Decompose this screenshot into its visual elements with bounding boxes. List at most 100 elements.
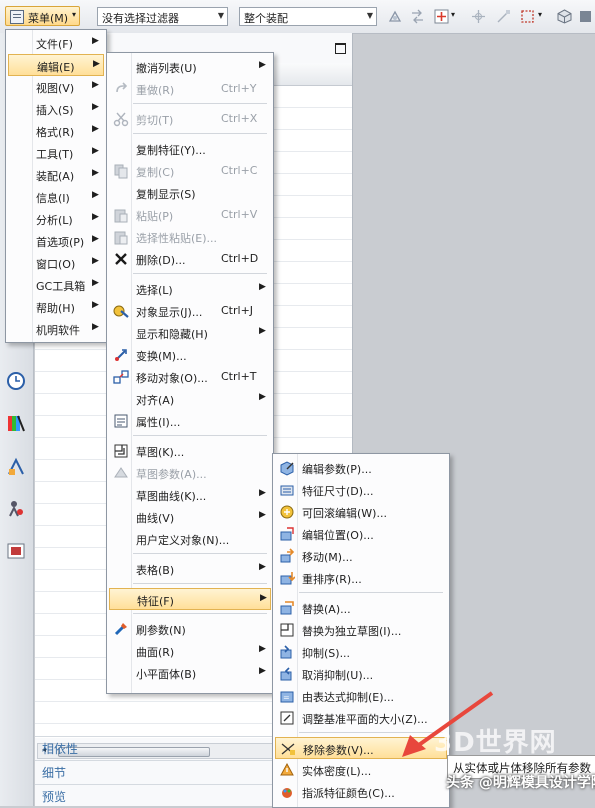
edit-position-icon xyxy=(280,527,294,541)
main-menu-item[interactable]: 帮助(H) ▶ xyxy=(8,296,104,318)
main-menu-item[interactable]: 格式(R) ▶ xyxy=(8,120,104,142)
edit-menu-item[interactable]: 对齐(A) ▶ xyxy=(109,388,271,410)
edit-menu-item[interactable]: 复制显示(S) xyxy=(109,182,271,204)
main-menu-item[interactable]: 装配(A) ▶ xyxy=(8,164,104,186)
main-menu-item[interactable]: 机明软件 ▶ xyxy=(8,318,104,340)
snap-center-icon[interactable] xyxy=(471,9,486,24)
edit-menu-item[interactable]: 选择性粘贴(E)... xyxy=(109,226,271,248)
menu-item-label: 对齐(A) xyxy=(136,394,175,407)
edit-menu-item[interactable]: 属性(I)... xyxy=(109,410,271,432)
edit-menu-item[interactable]: 移动对象(O)... Ctrl+T xyxy=(109,366,271,388)
snap-icon[interactable] xyxy=(388,9,403,24)
main-menu-item[interactable]: 工具(T) ▶ xyxy=(8,142,104,164)
edit-menu-item[interactable]: 曲线(V) ▶ xyxy=(109,506,271,528)
edit-menu-item[interactable]: 刷参数(N) xyxy=(109,618,271,640)
edit-menu-item[interactable]: 删除(D)... Ctrl+D xyxy=(109,248,271,270)
menu-item-label: 编辑位置(O)... xyxy=(302,529,374,542)
menu-item-label: 移动(M)... xyxy=(302,551,353,564)
edit-menu-item[interactable]: 撤消列表(U) ▶ xyxy=(109,56,271,78)
menu-item-label: 特征(F) xyxy=(137,595,174,608)
submenu-arrow-icon: ▶ xyxy=(92,168,99,178)
feature-menu-item[interactable]: 抑制(S)... xyxy=(275,641,447,663)
edit-menu-item[interactable]: 草图参数(A)... xyxy=(109,462,271,484)
edit-menu-item[interactable]: 特征(F) ▶ xyxy=(109,588,271,610)
properties-icon xyxy=(114,414,128,428)
edit-menu-item[interactable]: 曲面(R) ▶ xyxy=(109,640,271,662)
main-menu-item[interactable]: 文件(F) ▶ xyxy=(8,32,104,54)
maximize-icon[interactable] xyxy=(335,43,346,54)
chevron-down-icon[interactable]: ▾ xyxy=(451,10,455,19)
menu-item-label: 撤消列表(U) xyxy=(136,62,197,75)
measure-tool-icon[interactable] xyxy=(6,457,26,477)
transform-icon xyxy=(115,349,127,361)
rectangle-select-icon[interactable] xyxy=(520,9,535,24)
main-menu-item[interactable]: 编辑(E) ▶ xyxy=(8,54,104,76)
main-menu-item[interactable]: 视图(V) ▶ xyxy=(8,76,104,98)
feature-menu-item[interactable]: 移动(M)... xyxy=(275,545,447,567)
roles-icon[interactable] xyxy=(6,499,26,519)
menu-item-label: 装配(A) xyxy=(36,170,75,183)
view-cube-icon[interactable] xyxy=(557,9,572,24)
selection-scope-dropdown[interactable]: 整个装配 ▼ xyxy=(239,7,377,26)
submenu-arrow-icon: ▶ xyxy=(93,59,100,69)
main-menu-item[interactable]: 首选项(P) ▶ xyxy=(8,230,104,252)
submenu-arrow-icon: ▶ xyxy=(259,392,266,402)
submenu-arrow-icon: ▶ xyxy=(260,593,267,603)
history-clock-icon[interactable] xyxy=(6,371,26,391)
web-browser-icon[interactable] xyxy=(6,541,26,561)
edit-menu-item[interactable]: 草图(K)... xyxy=(109,440,271,462)
main-menu-item[interactable]: 窗口(O) ▶ xyxy=(8,252,104,274)
feature-menu-item[interactable]: 可回滚编辑(W)... xyxy=(275,501,447,523)
menu-item-label: 移除参数(V)... xyxy=(303,744,374,757)
menu-item-label: 粘贴(P) xyxy=(136,210,174,223)
menu-item-label: 刷参数(N) xyxy=(136,624,186,637)
edit-menu-item[interactable]: 粘贴(P) Ctrl+V xyxy=(109,204,271,226)
feature-menu-item[interactable]: 重排序(R)... xyxy=(275,567,447,589)
menu-item-label: 曲线(V) xyxy=(136,512,175,525)
edit-menu-item[interactable]: 小平面体(B) ▶ xyxy=(109,662,271,684)
main-menu-item[interactable]: 分析(L) ▶ xyxy=(8,208,104,230)
sketch-params-icon xyxy=(114,467,128,478)
menu-item-label: 帮助(H) xyxy=(36,302,75,315)
unsuppress-icon xyxy=(280,667,292,681)
edit-menu-item[interactable]: 复制特征(Y)... xyxy=(109,138,271,160)
resize-plane-icon xyxy=(280,711,294,725)
menu-item-label: 取消抑制(U)... xyxy=(302,669,374,682)
edit-menu-item[interactable]: 用户定义对象(N)... xyxy=(109,528,271,550)
menu-item-label: 对象显示(J)... xyxy=(136,306,203,319)
edit-menu-item[interactable]: 草图曲线(K)... ▶ xyxy=(109,484,271,506)
submenu-arrow-icon: ▶ xyxy=(259,562,266,572)
menu-item-shortcut: Ctrl+Y xyxy=(221,82,257,95)
edit-menu-item[interactable]: 重做(R) Ctrl+Y xyxy=(109,78,271,100)
feature-menu-item[interactable]: 替换(A)... xyxy=(275,597,447,619)
selection-filter-dropdown[interactable]: 没有选择过滤器 ▼ xyxy=(97,7,228,26)
main-menu-item[interactable]: 插入(S) ▶ xyxy=(8,98,104,120)
feature-menu-item[interactable]: 替换为独立草图(I)... xyxy=(275,619,447,641)
menu-item-label: 草图曲线(K)... xyxy=(136,490,207,503)
watermark-credit: 头条 @明辉模具设计学院 xyxy=(446,775,595,791)
chevron-down-icon[interactable]: ▾ xyxy=(538,10,542,19)
edit-menu-item[interactable]: 变换(M)... xyxy=(109,344,271,366)
edit-menu-item[interactable]: 对象显示(J)... Ctrl+J xyxy=(109,300,271,322)
edit-menu-item[interactable]: 剪切(T) Ctrl+X xyxy=(109,108,271,130)
main-menu-item[interactable]: GC工具箱 ▶ xyxy=(8,274,104,296)
edit-menu-item[interactable]: 显示和隐藏(H) ▶ xyxy=(109,322,271,344)
menu-item-label: 窗口(O) xyxy=(36,258,76,271)
feature-menu-item[interactable]: 编辑参数(P)... xyxy=(275,457,447,479)
edit-menu-item[interactable]: 选择(L) ▶ xyxy=(109,278,271,300)
feature-menu-item[interactable]: 编辑位置(O)... xyxy=(275,523,447,545)
menu-button[interactable]: 菜单(M) ▾ xyxy=(5,6,80,26)
point-snap-icon[interactable] xyxy=(434,9,449,24)
edit-menu-item[interactable]: 复制(C) Ctrl+C xyxy=(109,160,271,182)
main-menu-item[interactable]: 信息(I) ▶ xyxy=(8,186,104,208)
shaded-view-icon[interactable] xyxy=(578,9,593,24)
palette-icon[interactable] xyxy=(6,413,26,433)
suppress-icon xyxy=(280,645,292,659)
menu-item-label: 属性(I)... xyxy=(136,416,181,429)
feature-menu-item[interactable]: 取消抑制(U)... xyxy=(275,663,447,685)
feature-menu-item[interactable]: 指派特征颜色(C)... xyxy=(275,781,447,803)
feature-menu-item[interactable]: 特征尺寸(D)... xyxy=(275,479,447,501)
edit-menu-item[interactable]: 表格(B) ▶ xyxy=(109,558,271,580)
snap-endpoint-icon[interactable] xyxy=(496,9,511,24)
snap-arrows-icon[interactable] xyxy=(410,9,425,24)
